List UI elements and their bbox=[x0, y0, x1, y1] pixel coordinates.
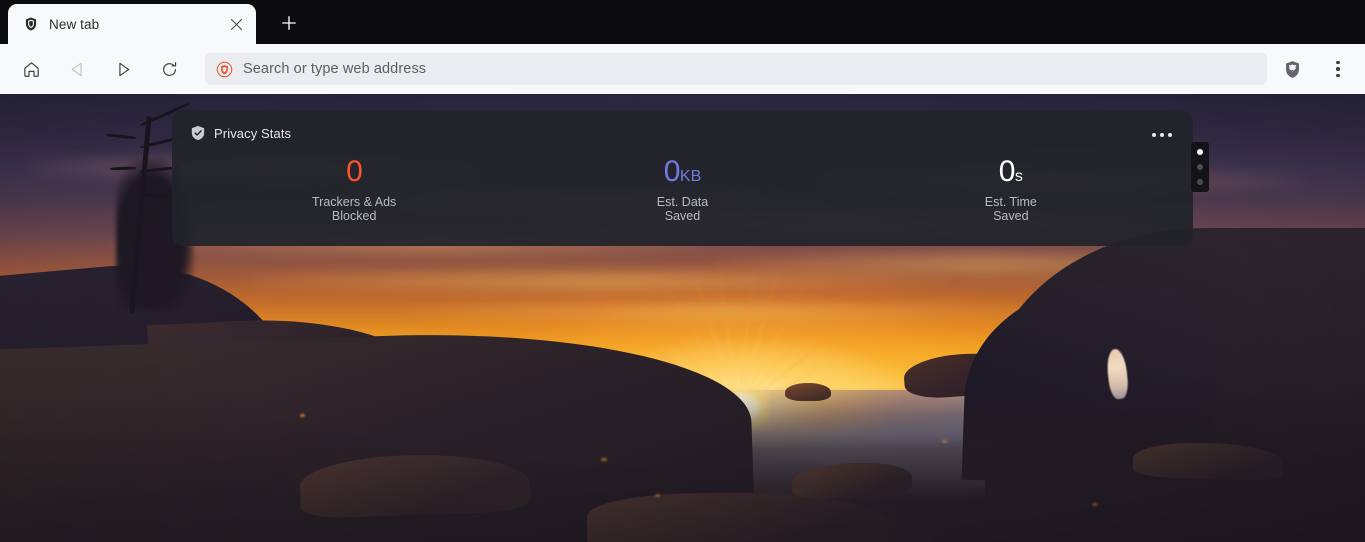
brave-shields-button[interactable] bbox=[1275, 53, 1309, 85]
privacy-stats-title: Privacy Stats bbox=[214, 125, 292, 141]
stat-est-time-saved: 0s Est. Time Saved bbox=[847, 156, 1175, 224]
shield-check-icon bbox=[190, 125, 205, 142]
address-bar-placeholder: Search or type web address bbox=[243, 61, 427, 77]
widget-pagination[interactable] bbox=[1191, 142, 1209, 192]
stat-label: Est. Data Saved bbox=[656, 194, 709, 224]
stat-trackers-ads-blocked: 0 Trackers & Ads Blocked bbox=[190, 156, 518, 224]
stat-value: 0 bbox=[346, 155, 363, 188]
three-dot-vertical-menu-icon bbox=[1336, 59, 1340, 79]
app-menu-button[interactable] bbox=[1321, 53, 1355, 85]
pagination-dot[interactable] bbox=[1197, 164, 1203, 170]
three-dot-horizontal-menu-icon bbox=[1152, 133, 1172, 137]
stat-value: 0KB bbox=[663, 155, 702, 188]
privacy-stats-menu-button[interactable] bbox=[1149, 126, 1175, 144]
tab-title: New tab bbox=[49, 16, 100, 32]
tab-strip: New tab bbox=[0, 0, 1365, 44]
stat-est-data-saved: 0KB Est. Data Saved bbox=[518, 156, 846, 224]
address-bar[interactable]: Search or type web address bbox=[205, 53, 1267, 85]
toolbar-right-actions bbox=[1275, 53, 1355, 85]
brave-leo-shield-icon bbox=[215, 60, 233, 78]
browser-window: New tab Search or type web address Priva… bbox=[0, 0, 1365, 542]
forward-arrow-icon bbox=[118, 62, 129, 76]
reload-button[interactable] bbox=[153, 53, 185, 85]
plus-icon bbox=[282, 16, 296, 30]
tab-new-tab[interactable]: New tab bbox=[8, 4, 256, 44]
back-arrow-icon bbox=[71, 62, 82, 76]
back-button[interactable] bbox=[61, 53, 93, 85]
stat-value: 0s bbox=[998, 155, 1023, 188]
browser-toolbar: Search or type web address bbox=[0, 44, 1365, 94]
new-tab-page: Privacy Stats 0 Trackers & Ads Blocked 0… bbox=[0, 94, 1365, 542]
privacy-stats-header: Privacy Stats bbox=[190, 124, 1175, 142]
pagination-dot[interactable] bbox=[1197, 179, 1203, 185]
forward-button[interactable] bbox=[107, 53, 139, 85]
brave-lion-icon bbox=[1285, 60, 1299, 78]
home-icon bbox=[23, 61, 39, 77]
pagination-dot[interactable] bbox=[1197, 149, 1203, 155]
reload-icon bbox=[162, 61, 176, 76]
stat-label: Est. Time Saved bbox=[984, 194, 1037, 224]
privacy-stats-row: 0 Trackers & Ads Blocked 0KB Est. Data S… bbox=[190, 156, 1175, 224]
privacy-stats-card: Privacy Stats 0 Trackers & Ads Blocked 0… bbox=[172, 110, 1193, 246]
stat-label: Trackers & Ads Blocked bbox=[312, 194, 397, 224]
close-icon[interactable] bbox=[224, 12, 248, 36]
home-button[interactable] bbox=[15, 53, 47, 85]
new-tab-button[interactable] bbox=[274, 8, 304, 38]
brave-lion-shield-icon bbox=[22, 16, 39, 33]
